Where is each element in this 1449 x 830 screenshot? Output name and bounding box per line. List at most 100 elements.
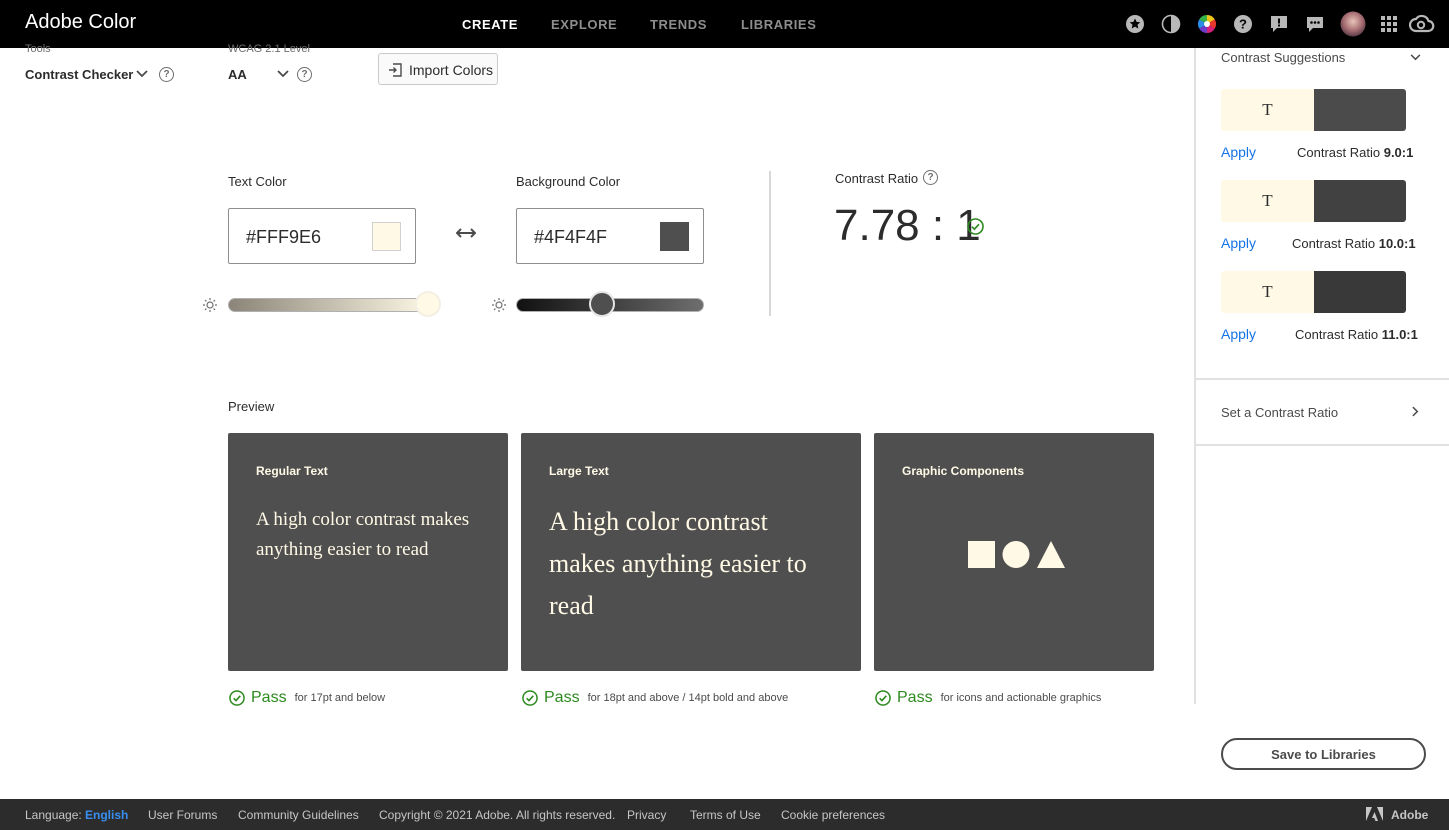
apply-suggestion-3[interactable]: Apply <box>1221 326 1256 342</box>
text-color-swatch[interactable] <box>372 222 401 251</box>
avatar[interactable] <box>1340 11 1366 37</box>
text-color-value[interactable]: #FFF9E6 <box>246 227 321 248</box>
suggestion-bg-sample <box>1314 89 1406 131</box>
chevron-right-icon[interactable] <box>1412 406 1419 417</box>
nav-explore[interactable]: EXPLORE <box>551 17 617 32</box>
suggestions-chevron-down-icon[interactable] <box>1410 54 1421 61</box>
suggestion-swatch-2[interactable]: T <box>1221 180 1406 222</box>
contrast-suggestions-title[interactable]: Contrast Suggestions <box>1221 50 1345 65</box>
apply-suggestion-1[interactable]: Apply <box>1221 144 1256 160</box>
save-to-libraries-button[interactable]: Save to Libraries <box>1221 738 1426 770</box>
preview-label: Preview <box>228 399 275 414</box>
nav-create[interactable]: CREATE <box>462 17 518 32</box>
pass-description: for 17pt and below <box>294 692 386 704</box>
contrast-ratio-label: Contrast Ratio <box>835 171 919 186</box>
card-sample-text: A high color contrast makes anything eas… <box>549 507 807 620</box>
language-label: Language: <box>25 808 82 822</box>
large-text-card: Large Text A high color contrast makes a… <box>521 433 861 671</box>
shapes-graphic <box>968 541 1065 568</box>
adobe-label: Adobe <box>1391 808 1429 822</box>
check-circle-icon <box>967 218 984 235</box>
import-colors-label: Import Colors <box>409 62 494 78</box>
language-link[interactable]: English <box>85 808 128 822</box>
suggestion-ratio-1: Contrast Ratio 9.0:1 <box>1297 145 1414 160</box>
text-brightness-handle[interactable] <box>414 291 441 317</box>
footer: Language: English User Forums Community … <box>0 799 1449 830</box>
suggestion-ratio-2: Contrast Ratio 10.0:1 <box>1292 236 1416 251</box>
panel-divider <box>1194 48 1196 704</box>
card-sample-text: A high color contrast makes anything eas… <box>256 509 470 560</box>
pass-regular: Pass for 17pt and below <box>229 689 385 707</box>
card-title: Graphic Components <box>902 464 1025 478</box>
background-color-value[interactable]: #4F4F4F <box>534 227 607 248</box>
text-color-label: Text Color <box>228 174 287 189</box>
user-forums-link[interactable]: User Forums <box>148 808 217 822</box>
app-title[interactable]: Adobe Color <box>25 11 136 34</box>
card-title: Regular Text <box>256 464 328 478</box>
wcag-chevron-down-icon[interactable] <box>277 70 289 78</box>
terms-link[interactable]: Terms of Use <box>690 808 761 822</box>
suggestion-text-sample: T <box>1221 180 1314 222</box>
nav-libraries[interactable]: LIBRARIES <box>741 17 816 32</box>
svg-text:?: ? <box>1239 17 1247 32</box>
suggestion-swatch-1[interactable]: T <box>1221 89 1406 131</box>
tool-select-value[interactable]: Contrast Checker <box>25 67 133 82</box>
suggestion-ratio-3: Contrast Ratio 11.0:1 <box>1295 327 1418 342</box>
suggestion-bg-sample <box>1314 271 1406 313</box>
background-color-swatch[interactable] <box>660 222 689 251</box>
top-bar: Adobe Color CREATE EXPLORE TRENDS LIBRAR… <box>0 0 1449 48</box>
help-icon[interactable]: ? <box>1232 13 1254 35</box>
background-color-label: Background Color <box>516 174 621 189</box>
wcag-help-icon[interactable]: ? <box>297 67 312 82</box>
section-divider <box>769 171 771 316</box>
community-guidelines-link[interactable]: Community Guidelines <box>238 808 359 822</box>
pass-check-icon <box>875 690 891 706</box>
background-brightness-handle[interactable] <box>589 291 616 317</box>
text-brightness-slider[interactable] <box>228 298 434 312</box>
color-wheel-icon[interactable] <box>1196 13 1218 35</box>
triangle-shape <box>1037 541 1065 568</box>
wcag-label: WCAG 2.1 Level <box>228 43 310 55</box>
swap-colors-icon[interactable] <box>456 227 476 239</box>
star-icon[interactable] <box>1124 13 1146 35</box>
panel-separator <box>1196 444 1449 446</box>
background-color-field[interactable]: #4F4F4F <box>516 208 704 264</box>
pass-label: Pass <box>897 689 933 706</box>
apply-suggestion-2[interactable]: Apply <box>1221 235 1256 251</box>
chat-icon[interactable] <box>1304 13 1326 35</box>
tool-chevron-down-icon[interactable] <box>136 70 148 78</box>
pass-check-icon <box>522 690 538 706</box>
dark-mode-icon[interactable] <box>1160 13 1182 35</box>
suggestion-text-sample: T <box>1221 271 1314 313</box>
tool-help-icon[interactable]: ? <box>159 67 174 82</box>
pass-graphic: Pass for icons and actionable graphics <box>875 689 1101 707</box>
privacy-link[interactable]: Privacy <box>627 808 666 822</box>
square-shape <box>968 541 995 568</box>
background-brightness-icon <box>492 298 506 312</box>
suggestion-text-sample: T <box>1221 89 1314 131</box>
cookie-preferences-link[interactable]: Cookie preferences <box>781 808 885 822</box>
set-contrast-ratio-link[interactable]: Set a Contrast Ratio <box>1221 405 1338 420</box>
pass-label: Pass <box>544 689 580 706</box>
import-icon <box>389 63 402 77</box>
apps-grid-icon[interactable] <box>1378 13 1400 35</box>
nav-trends[interactable]: TRENDS <box>650 17 707 32</box>
copyright-text: Copyright © 2021 Adobe. All rights reser… <box>379 808 616 822</box>
contrast-ratio-value: 7.78 : 1 <box>834 201 981 250</box>
pass-description: for icons and actionable graphics <box>940 692 1102 704</box>
text-color-field[interactable]: #FFF9E6 <box>228 208 416 264</box>
import-colors-button[interactable]: Import Colors <box>378 53 498 85</box>
creative-cloud-icon[interactable] <box>1409 13 1435 35</box>
regular-text-card: Regular Text A high color contrast makes… <box>228 433 508 671</box>
suggestion-bg-sample <box>1314 180 1406 222</box>
panel-separator <box>1196 378 1449 380</box>
pass-description: for 18pt and above / 14pt bold and above <box>587 692 789 704</box>
suggestion-swatch-3[interactable]: T <box>1221 271 1406 313</box>
wcag-select-value[interactable]: AA <box>228 67 247 82</box>
card-title: Large Text <box>549 464 609 478</box>
text-brightness-icon <box>203 298 217 312</box>
feedback-icon[interactable] <box>1268 13 1290 35</box>
contrast-help-icon[interactable]: ? <box>923 170 938 185</box>
pass-check-icon <box>229 690 245 706</box>
adobe-logo-icon <box>1366 807 1383 821</box>
